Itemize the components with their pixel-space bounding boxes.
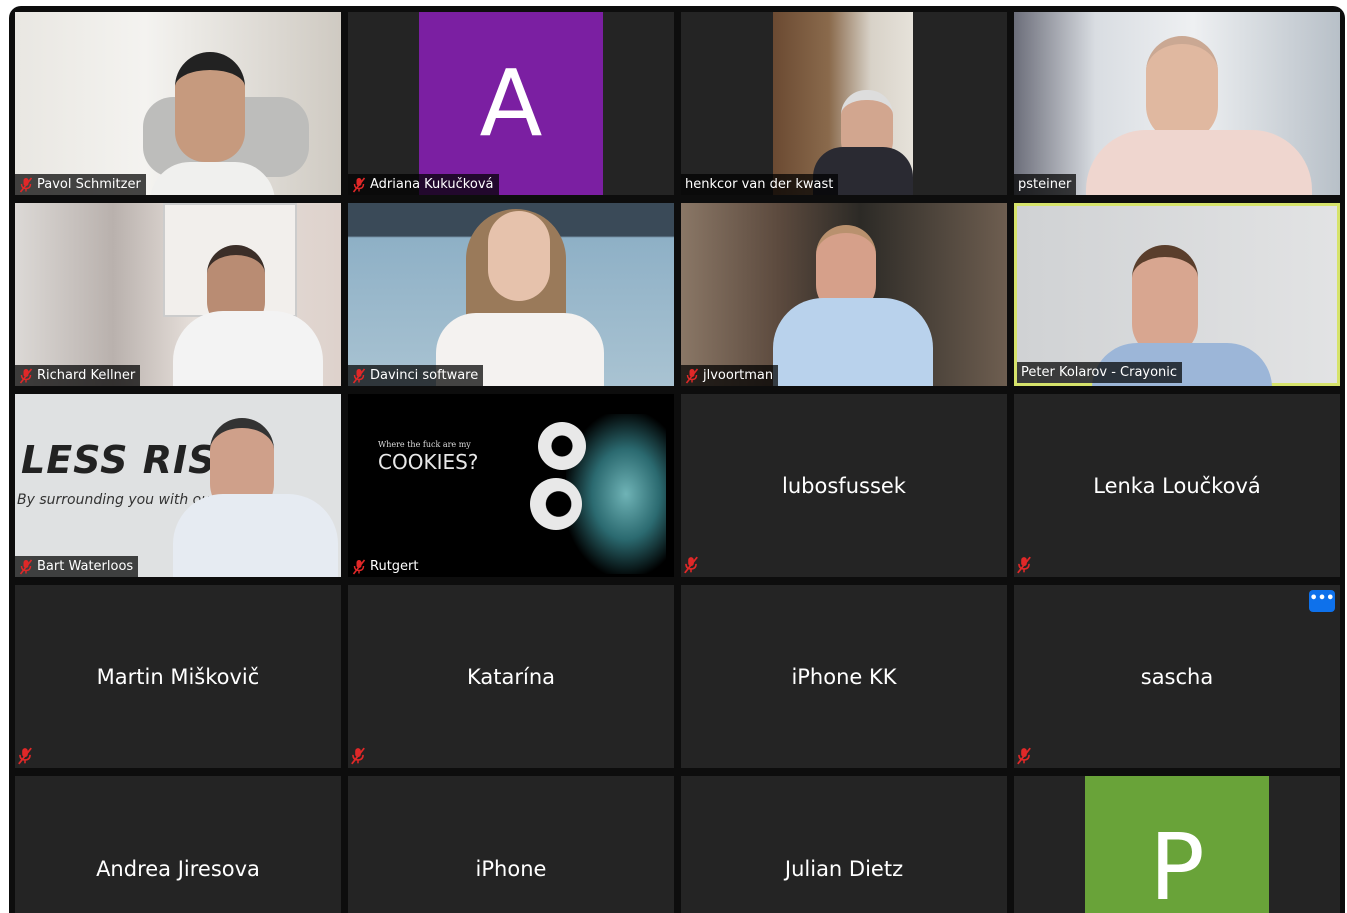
eye-image (538, 422, 586, 470)
participant-name: Lenka Loučková (1093, 473, 1261, 498)
mic-muted-icon (350, 747, 366, 765)
mic-muted-icon (17, 747, 33, 765)
participant-tile[interactable]: Richard Kellner (15, 203, 341, 386)
participant-name: henkcor van der kwast (685, 177, 834, 192)
gallery-view: Pavol Schmitzer A Adriana Kukučková henk… (9, 6, 1345, 913)
participant-name-label: Davinci software (348, 365, 484, 386)
participant-name: Bart Waterloos (37, 559, 134, 574)
avatar: A (419, 12, 603, 195)
participant-name: Julian Dietz (784, 857, 904, 881)
participant-tile[interactable]: A Adriana Kukučková (348, 12, 674, 195)
participant-tile[interactable]: jlvoortman (681, 203, 1007, 386)
mic-muted-icon (352, 177, 366, 193)
mic-muted-icon (1016, 747, 1032, 765)
participant-tile[interactable]: Lenka Loučková (1014, 394, 1340, 577)
mic-muted-icon (352, 559, 366, 575)
participant-tile[interactable]: Julian Dietz (681, 776, 1007, 913)
participant-tile[interactable]: Martin Miškovič (15, 585, 341, 768)
mic-muted-icon (19, 177, 33, 193)
mic-muted-icon (683, 556, 699, 574)
avatar: P (1085, 776, 1269, 913)
person-body (173, 311, 323, 386)
participant-name: Katarína (466, 664, 556, 689)
participant-name: Davinci software (370, 368, 479, 383)
participant-tile[interactable]: Andrea Jiresova (15, 776, 341, 913)
participant-name: Pavol Schmitzer (37, 177, 141, 192)
participant-name: psteiner (1018, 177, 1072, 192)
participant-name-label: Richard Kellner (15, 365, 141, 386)
mic-muted-icon (19, 559, 33, 575)
participant-tile[interactable]: henkcor van der kwast (681, 12, 1007, 195)
participant-name-label: henkcor van der kwast (681, 174, 839, 195)
participant-name-label: Bart Waterloos (15, 556, 139, 577)
person-body (773, 298, 933, 386)
participant-name-label: Pavol Schmitzer (15, 174, 146, 195)
participant-name: Peter Kolarov - Crayonic (1021, 365, 1178, 380)
mic-muted-icon (1016, 556, 1032, 574)
participant-name-label: jlvoortman (681, 365, 779, 386)
participant-tile[interactable]: iPhone KK (681, 585, 1007, 768)
participant-tile[interactable]: Davinci software (348, 203, 674, 386)
participant-name-label: Adriana Kukučková (348, 174, 499, 195)
avatar-letter: A (479, 50, 543, 157)
participant-tile[interactable]: Where the fuck are my COOKIES? Rutgert (348, 394, 674, 577)
participant-tile[interactable]: P (1014, 776, 1340, 913)
participant-name-label: psteiner (1014, 174, 1077, 195)
participant-tile[interactable]: Katarína (348, 585, 674, 768)
participant-tile[interactable]: psteiner (1014, 12, 1340, 195)
participant-name: sascha (1140, 664, 1214, 689)
participant-name: Andrea Jiresova (96, 857, 260, 881)
participant-tile[interactable]: sascha ••• (1014, 585, 1340, 768)
person-body (1086, 130, 1312, 195)
participant-name-label: Rutgert (348, 556, 424, 577)
participant-tile[interactable]: lubosfussek (681, 394, 1007, 577)
eye-image (530, 478, 582, 530)
person-head (175, 52, 245, 162)
mic-muted-icon (19, 368, 33, 384)
virtual-background-small-text: Where the fuck are my (378, 440, 471, 449)
participant-name: iPhone (475, 857, 547, 881)
mic-muted-icon (352, 368, 366, 384)
more-options-button[interactable]: ••• (1309, 590, 1335, 612)
mic-muted-icon (685, 368, 699, 384)
person-head (1132, 245, 1198, 357)
participant-name: Adriana Kukučková (370, 177, 494, 192)
participant-name-label: Peter Kolarov - Crayonic (1017, 362, 1183, 383)
participant-name: Martin Miškovič (96, 664, 260, 689)
participant-name: lubosfussek (782, 473, 906, 498)
avatar-letter: P (1149, 814, 1205, 913)
participant-tile[interactable]: Pavol Schmitzer (15, 12, 341, 195)
person-head (1146, 36, 1218, 142)
participant-name: Richard Kellner (37, 368, 136, 383)
person-body (173, 494, 338, 577)
participant-tile[interactable]: LESS RIS S By surrounding you with our a… (15, 394, 341, 577)
participant-tile[interactable]: iPhone (348, 776, 674, 913)
participant-name: jlvoortman (703, 368, 774, 383)
person-head (488, 211, 550, 301)
participant-tile-active-speaker[interactable]: Peter Kolarov - Crayonic (1014, 203, 1340, 386)
participant-name: iPhone KK (791, 664, 897, 689)
participant-name: Rutgert (370, 559, 419, 574)
virtual-background-big-text: COOKIES? (378, 450, 479, 474)
